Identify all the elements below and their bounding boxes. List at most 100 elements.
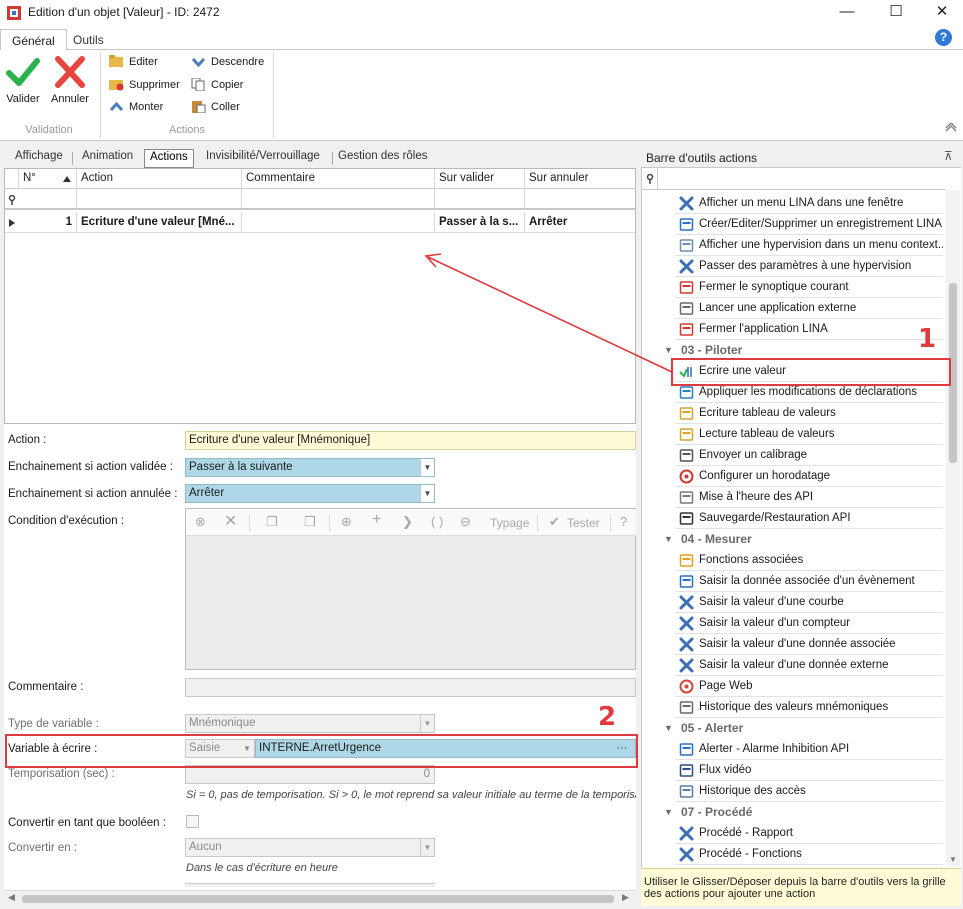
minimize-button[interactable]: — [824,0,870,26]
toolbox-item[interactable]: Lecture tableau de valeurs [675,424,943,445]
toolbox-category[interactable]: ▼ 04 - Mesurer [662,529,943,550]
tab-animation[interactable]: Animation [77,149,138,168]
toolbox-item[interactable]: Saisir la donnée associée d'un évènement [675,571,943,592]
cancel-label: Annuler [51,93,89,105]
parens-button[interactable]: ( ) [431,514,443,529]
toolbox-item[interactable]: Historique des accès [675,781,943,802]
toolbox-item[interactable]: Saisir la valeur d'un compteur [675,613,943,634]
category-label: 07 - Procédé [681,805,753,819]
chevron-down-icon[interactable]: ▼ [664,718,673,739]
toolbox-item-label: Historique des accès [699,785,806,797]
scroll-right-icon[interactable]: ▶ [622,892,629,903]
help-icon[interactable]: ? [620,514,627,529]
close-button[interactable]: ✕ [919,0,963,26]
annotation-number-1: 1 [918,324,937,354]
toolbox-category[interactable]: ▼ 05 - Alerter [662,718,943,739]
tab-affichage[interactable]: Affichage [10,149,68,168]
paste-button[interactable]: Coller [191,97,271,117]
toolbox-item[interactable]: Flux vidéo [675,760,943,781]
edit-button[interactable]: Editer [109,52,189,72]
on-cancel-select[interactable]: Arrêter ▼ [185,484,435,503]
tab-actions[interactable]: Actions [144,149,194,168]
plus-icon[interactable]: + [372,511,381,529]
on-validate-select[interactable]: Passer à la suivante ▼ [185,458,435,477]
add-circle-icon[interactable]: ⊕ [341,514,352,530]
toolbox-item[interactable]: Page Web [675,676,943,697]
chevron-down-icon: ▼ [420,715,434,732]
toolbox-filter-row[interactable] [641,168,946,190]
toolbox-item[interactable]: Alerter - Alarme Inhibition API [675,739,943,760]
toolbox-item[interactable]: Procédé - Fonctions [675,844,943,865]
next-field-edge [185,883,435,887]
pin-panel-icon[interactable]: ⊼ [944,149,953,163]
typage-button[interactable]: Typage [490,516,529,530]
tab-invisibilite[interactable]: Invisibilité/Verrouillage [201,149,325,168]
bool-checkbox[interactable] [186,815,199,828]
convert-select[interactable]: Aucun ▼ [185,838,435,857]
horizontal-scrollbar[interactable]: ◀ ▶ [4,890,636,906]
col-header-on-validate[interactable]: Sur valider [435,169,525,189]
help-icon[interactable]: ? [935,29,952,46]
toolbox-item[interactable]: Fermer l'application LINA [675,319,943,340]
collapse-ribbon-icon[interactable] [945,123,957,133]
chevron-down-icon[interactable]: ▼ [664,802,673,823]
toolbox-item[interactable]: Envoyer un calibrage [675,445,943,466]
col-header-action[interactable]: Action [77,169,242,189]
toolbox-item[interactable]: Fonctions associées [675,550,943,571]
table-row[interactable]: 1 Ecriture d'une valeur [Mné... Passer à… [5,212,635,233]
toolbox-item[interactable]: Mise à l'heure des API [675,487,943,508]
move-up-button[interactable]: Monter [109,97,189,117]
validate-button[interactable]: Valider [1,52,45,112]
scroll-left-icon[interactable]: ◀ [8,892,15,903]
paste-icon[interactable]: ❒ [304,514,316,530]
tester-button[interactable]: Tester [567,516,600,530]
toolbox-item[interactable]: Saisir la valeur d'une donnée associée [675,634,943,655]
group-separator [273,52,274,138]
action-field[interactable]: Ecriture d'une valeur [Mnémonique] [185,431,636,450]
toolbox-item[interactable]: Passer des paramètres à une hypervision [675,256,943,277]
toolbox-item[interactable]: Fermer le synoptique courant [675,277,943,298]
scroll-down-icon[interactable]: ▼ [949,855,957,864]
cell-on-validate: Passer à la s... [435,212,525,233]
copy-icon[interactable]: ❐ [266,514,278,530]
toolbox-item-label: Mise à l'heure des API [699,491,814,503]
toolbox-item[interactable]: Lancer une application externe [675,298,943,319]
group-label-actions: Actions [168,124,206,136]
col-header-on-cancel[interactable]: Sur annuler [525,169,635,189]
link-icon[interactable]: ⊖ [460,514,471,530]
clear-icon[interactable]: ⊗ [195,514,206,530]
chevron-down-icon[interactable]: ▼ [664,529,673,550]
toolbox-item[interactable]: Configurer un horodatage [675,466,943,487]
maximize-button[interactable]: ☐ [873,0,919,26]
exit-icon [679,322,694,337]
chevron-down-icon[interactable]: ▼ [420,459,434,476]
delete-button[interactable]: Supprimer [109,75,189,95]
toolbox-category[interactable]: ▼ 07 - Procédé [662,802,943,823]
chevron-down-icon[interactable]: ▼ [420,839,434,856]
filter-row[interactable] [5,189,635,210]
toolbox-item[interactable]: Créer/Editer/Supprimer un enregistrement… [675,214,943,235]
col-header-num[interactable]: N° [19,169,77,189]
copy-button[interactable]: Copier [191,75,271,95]
toolbox-item[interactable]: Afficher une hypervision dans un menu co… [675,235,943,256]
chevron-down-icon[interactable]: ▼ [420,485,434,502]
toolbox-item[interactable]: Ecriture tableau de valeurs [675,403,943,424]
tab-general[interactable]: Général [0,29,67,51]
toolbox-item-label: Fonctions associées [699,554,804,566]
toolbox-item[interactable]: Historique des valeurs mnémoniques [675,697,943,718]
toolbox-item[interactable]: Saisir la valeur d'une courbe [675,592,943,613]
tab-outils[interactable]: Outils [62,29,115,51]
cancel-button[interactable]: Annuler [48,52,92,112]
chevron-right-icon[interactable]: ❯ [402,514,413,530]
move-down-button[interactable]: Descendre [191,52,271,72]
toolbox-item[interactable]: Afficher un menu LINA dans une fenêtre [675,193,943,214]
toolbox-item[interactable]: Procédé - Rapport [675,823,943,844]
toolbox-item[interactable]: Sauvegarde/Restauration API [675,508,943,529]
comment-field[interactable] [185,678,636,697]
toolbox-item[interactable]: Saisir la valeur d'une donnée externe [675,655,943,676]
delete-icon[interactable]: ✕ [224,511,237,531]
toolbox-item-label: Afficher une hypervision dans un menu co… [699,239,943,251]
tab-gestion-roles[interactable]: Gestion des rôles [333,149,433,168]
scrollbar-thumb[interactable] [22,895,614,903]
col-header-comment[interactable]: Commentaire [242,169,435,189]
